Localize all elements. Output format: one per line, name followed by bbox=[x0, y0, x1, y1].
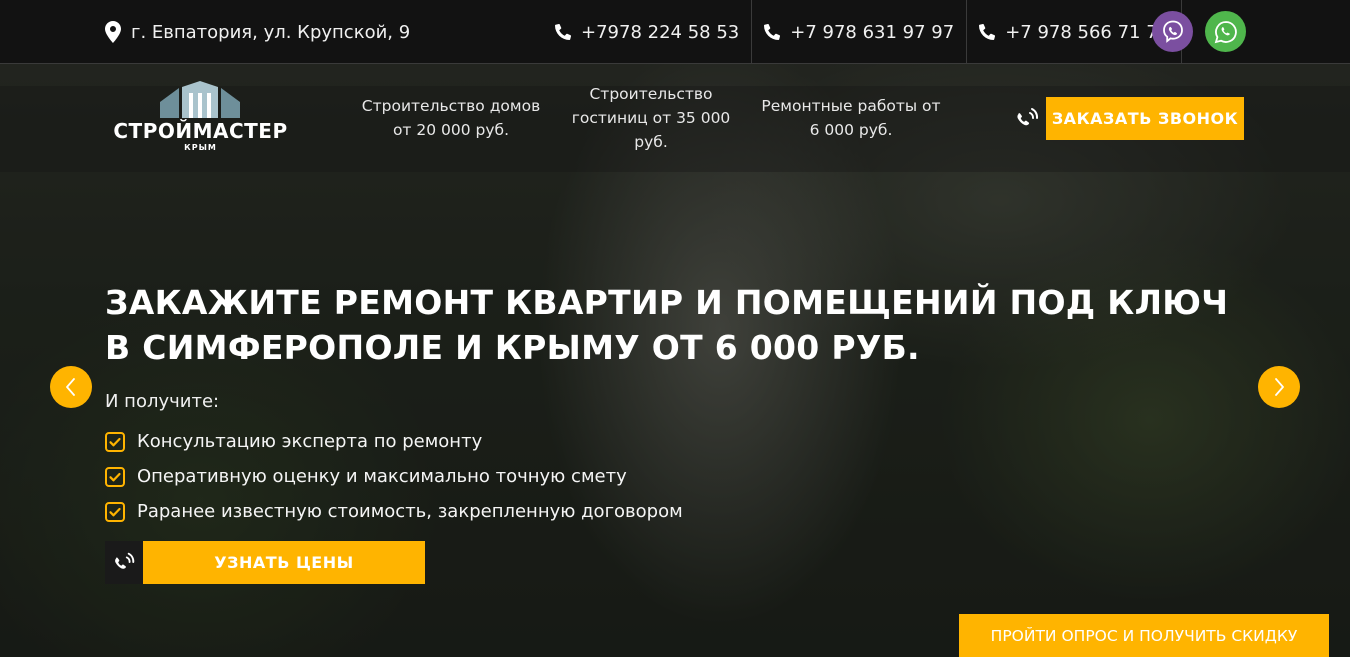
messenger-links bbox=[1152, 11, 1246, 52]
phone-number: +7 978 566 71 70 bbox=[1005, 21, 1170, 43]
list-item: Оперативную оценку и максимально точную … bbox=[105, 459, 683, 494]
call-block: ЗАКАЗАТЬ ЗВОНОК bbox=[1013, 97, 1244, 140]
viber-button[interactable] bbox=[1152, 11, 1193, 52]
logo-text: СТРОЙМАСТЕР bbox=[113, 119, 288, 143]
check-square-icon bbox=[105, 466, 125, 487]
benefits-list: Консультацию эксперта по ремонту Операти… bbox=[105, 424, 683, 529]
chevron-right-icon bbox=[1275, 378, 1284, 396]
get-prices-button[interactable]: УЗНАТЬ ЦЕНЫ bbox=[143, 541, 425, 584]
phone-icon bbox=[764, 24, 781, 40]
whatsapp-icon bbox=[1214, 20, 1237, 43]
viber-icon bbox=[1162, 20, 1183, 43]
slider-prev-button[interactable] bbox=[50, 366, 92, 408]
whatsapp-button[interactable] bbox=[1205, 11, 1246, 52]
phone-volume-icon bbox=[1017, 107, 1039, 125]
hero-title-line-2: в Симферополе и Крыму от 6 000 руб. bbox=[105, 328, 920, 367]
order-call-button[interactable]: ЗАКАЗАТЬ ЗВОНОК bbox=[1046, 97, 1244, 140]
map-pin-icon bbox=[105, 21, 121, 43]
phone-link-2[interactable]: +7 978 631 97 97 bbox=[752, 0, 968, 64]
logo[interactable]: СТРОЙМАСТЕР КРЫМ bbox=[108, 81, 293, 155]
phone-link-1[interactable]: +7978 224 58 53 bbox=[545, 0, 753, 64]
hero-title-line-1: Закажите ремонт квартир и помещений под … bbox=[105, 283, 1229, 322]
cta-icon-box bbox=[105, 541, 143, 584]
topbar: г. Евпатория, ул. Крупской, 9 +7978 224 … bbox=[0, 0, 1350, 64]
check-square-icon bbox=[105, 431, 125, 452]
address-text: г. Евпатория, ул. Крупской, 9 bbox=[131, 21, 411, 43]
address: г. Евпатория, ул. Крупской, 9 bbox=[105, 20, 410, 44]
slider-next-button[interactable] bbox=[1258, 366, 1300, 408]
logo-subtitle: КРЫМ bbox=[184, 143, 217, 152]
list-item: Раранее известную стоимость, закрепленну… bbox=[105, 494, 683, 529]
survey-discount-button[interactable]: ПРОЙТИ ОПРОС И ПОЛУЧИТЬ СКИДКУ bbox=[959, 614, 1329, 657]
phone-number: +7 978 631 97 97 bbox=[790, 21, 955, 43]
hero-title: Закажите ремонт квартир и помещений под … bbox=[105, 280, 1229, 370]
phone-link-3[interactable]: +7 978 566 71 70 bbox=[967, 0, 1183, 64]
logo-building-icon bbox=[160, 81, 240, 118]
phone-icon bbox=[979, 24, 996, 40]
chevron-left-icon bbox=[66, 378, 75, 396]
list-item: Консультацию эксперта по ремонту bbox=[105, 424, 683, 459]
nav-item-repair[interactable]: Ремонтные работы от 6 000 руб. bbox=[756, 94, 946, 142]
cta-block: УЗНАТЬ ЦЕНЫ bbox=[105, 541, 425, 584]
benefit-text: Раранее известную стоимость, закрепленну… bbox=[137, 501, 683, 522]
phone-volume-icon bbox=[115, 552, 135, 569]
check-square-icon bbox=[105, 501, 125, 522]
nav-item-houses[interactable]: Строительство домов от 20 000 руб. bbox=[356, 94, 546, 142]
phone-list: +7978 224 58 53 +7 978 631 97 97 +7 978 … bbox=[545, 0, 1183, 64]
benefit-text: Оперативную оценку и максимально точную … bbox=[137, 466, 627, 487]
phone-number: +7978 224 58 53 bbox=[581, 21, 740, 43]
benefits-intro: И получите: bbox=[105, 391, 220, 412]
nav-item-hotels[interactable]: Строительство гостиниц от 35 000 руб. bbox=[566, 82, 736, 154]
phone-icon bbox=[555, 24, 571, 40]
benefit-text: Консультацию эксперта по ремонту bbox=[137, 431, 483, 452]
